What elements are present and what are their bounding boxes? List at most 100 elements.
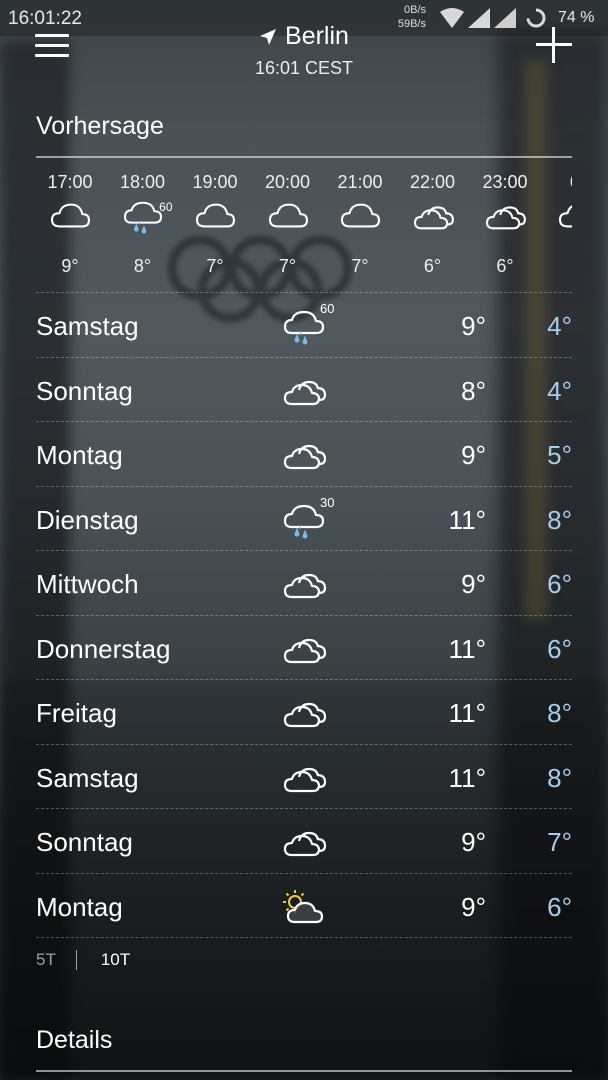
- day-high-temp: 11°: [448, 762, 486, 793]
- cloud-icon: [50, 203, 90, 228]
- day-low-temp: 4°: [547, 311, 572, 341]
- add-location-icon[interactable]: [536, 27, 572, 63]
- day-name: Montag: [36, 440, 123, 470]
- hourly-time: 0:: [542, 172, 572, 198]
- hourly-precip-chance: 60: [159, 200, 173, 214]
- daily-row[interactable]: Dienstag 30 11° 8°: [36, 485, 572, 551]
- hourly-item: 22:00 6°: [397, 172, 469, 277]
- cloud-icon: [558, 204, 572, 228]
- range-10-days-button[interactable]: 10T: [101, 950, 130, 970]
- details-title[interactable]: Details: [36, 1026, 112, 1055]
- day-name: Freitag: [36, 698, 117, 728]
- day-low-temp: 6°: [547, 891, 572, 922]
- city-name: Berlin: [285, 22, 349, 50]
- day-low-temp: 6°: [547, 633, 572, 664]
- clouds-icon: [283, 831, 327, 857]
- hourly-icon-wrap: [469, 198, 541, 244]
- daily-forecast: Samstag 60 9° 4° Sonntag 8° 4° Montag 9° 5° Dienst…: [36, 292, 572, 938]
- hourly-time: 20:00: [264, 172, 311, 192]
- day-low-temp: 7°: [547, 827, 572, 857]
- hourly-forecast[interactable]: 17:00 9° 18:00 60 8° 19:00 7° 20:00 7° 21:00 7° 22:…: [36, 172, 572, 284]
- day-weather-icon: [280, 759, 328, 797]
- hourly-icon-wrap: [252, 198, 324, 244]
- cloud-icon: [195, 203, 235, 228]
- hourly-temp: 6°: [496, 256, 514, 276]
- net-up: 0B/s: [403, 4, 426, 16]
- day-low-temp: 5°: [547, 440, 572, 470]
- range-divider: [75, 950, 77, 970]
- forecast-title: Vorhersage: [36, 112, 164, 140]
- day-high-temp: 8°: [461, 375, 486, 406]
- hourly-item: 19:00 7°: [179, 172, 251, 277]
- day-name: Mittwoch: [36, 569, 139, 599]
- clouds-icon: [283, 767, 327, 792]
- hourly-temp: 9°: [61, 256, 79, 276]
- range-5-days-button[interactable]: 5T: [36, 950, 56, 970]
- day-name: Samstag: [36, 311, 139, 341]
- day-weather-icon: [280, 630, 328, 668]
- daily-row[interactable]: Samstag 60 9° 4°: [36, 292, 572, 357]
- day-name: Donnerstag: [36, 633, 171, 664]
- day-high-temp: 9°: [461, 827, 486, 857]
- hourly-time: 22:00: [409, 172, 456, 192]
- hourly-time: 18:00: [119, 172, 166, 192]
- clouds-icon: [283, 702, 327, 728]
- day-name: Montag: [36, 891, 123, 922]
- clouds-icon: [485, 206, 526, 230]
- day-low-temp: 6°: [547, 569, 572, 599]
- daily-end-divider: [36, 937, 572, 938]
- forecast-divider: [36, 156, 572, 158]
- hourly-temp: 8°: [133, 256, 152, 276]
- day-precip-chance: 30: [320, 494, 335, 510]
- hourly-icon-wrap: [179, 198, 251, 244]
- rain-cloud-icon: [123, 201, 162, 234]
- hourly-item: 17:00 9°: [36, 172, 106, 277]
- hourly-temp: 7°: [206, 256, 224, 276]
- hourly-temp: 7°: [351, 256, 369, 276]
- clouds-icon: [283, 573, 327, 599]
- hourly-time: 21:00: [337, 172, 383, 192]
- daily-row[interactable]: Sonntag 8° 4°: [36, 356, 572, 422]
- details-divider: [36, 1070, 572, 1072]
- clouds-icon: [283, 638, 327, 663]
- day-high-temp: 11°: [448, 633, 486, 664]
- daily-row[interactable]: Montag 9° 6°: [36, 872, 572, 938]
- clouds-icon: [283, 380, 327, 405]
- city-header[interactable]: Berlin: [0, 22, 608, 51]
- city-selector[interactable]: Berlin: [259, 22, 349, 51]
- hourly-temp: 7°: [278, 256, 297, 276]
- hourly-temp: 6: [542, 256, 573, 277]
- cloud-icon: [268, 203, 308, 228]
- city-local-time: 16:01 CEST: [254, 58, 354, 78]
- hourly-temp: 6°: [423, 256, 442, 276]
- daily-row[interactable]: Freitag 11° 8°: [36, 679, 572, 744]
- hourly-time: 17:00: [47, 172, 93, 192]
- hourly-icon-wrap: [324, 198, 396, 244]
- daily-row[interactable]: Donnerstag 11° 6°: [36, 614, 572, 680]
- hourly-item: 20:00 7°: [252, 172, 324, 277]
- range-toggle: 5T 10T: [36, 950, 130, 970]
- hourly-item: 23:00 6°: [469, 172, 541, 277]
- hourly-icon-wrap: 60: [107, 198, 179, 244]
- hourly-time: 19:00: [192, 172, 238, 192]
- daily-row[interactable]: Montag 9° 5°: [36, 421, 572, 486]
- day-high-temp: 9°: [461, 311, 486, 341]
- hourly-icon-wrap: [542, 198, 572, 244]
- hourly-icon-wrap: [397, 198, 469, 244]
- sun-cloud-icon: [283, 889, 324, 923]
- daily-row[interactable]: Mittwoch 9° 6°: [36, 550, 572, 615]
- day-name: Sonntag: [36, 827, 133, 857]
- day-weather-icon: [280, 823, 328, 861]
- clouds-icon: [413, 206, 454, 230]
- day-high-temp: 9°: [461, 440, 486, 470]
- day-weather-icon: [280, 888, 328, 926]
- day-weather-icon: [280, 372, 328, 410]
- daily-row[interactable]: Sonntag 9° 7°: [36, 808, 572, 873]
- day-high-temp: 9°: [461, 891, 486, 922]
- hourly-time: 23:00: [482, 172, 528, 192]
- day-low-temp: 8°: [547, 698, 572, 728]
- day-low-temp: 8°: [547, 504, 572, 535]
- day-high-temp: 11°: [448, 698, 486, 728]
- daily-row[interactable]: Samstag 11° 8°: [36, 743, 572, 809]
- hourly-item: 18:00 60 8°: [107, 172, 179, 277]
